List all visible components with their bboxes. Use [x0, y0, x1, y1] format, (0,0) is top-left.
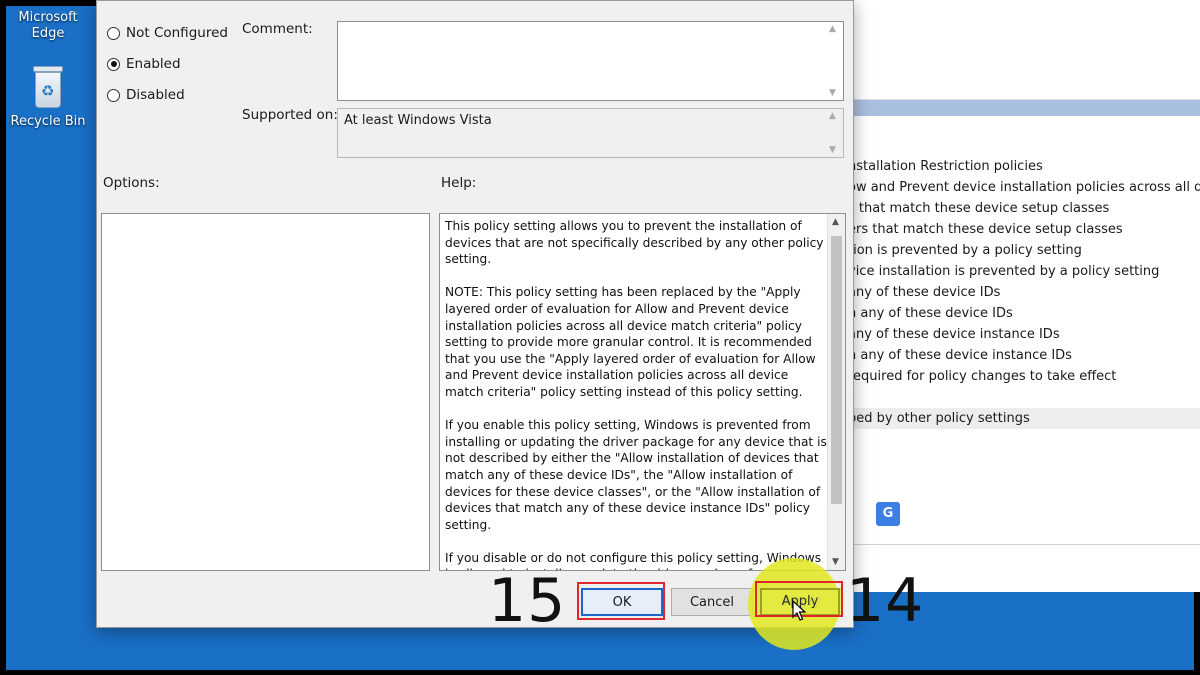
policy-list-item[interactable]: h any of these device IDs: [846, 303, 1200, 324]
radio-not-configured-label: Not Configured: [126, 25, 228, 41]
radio-disabled-label: Disabled: [126, 87, 185, 103]
comment-textarea[interactable]: [337, 21, 844, 101]
scroll-up-icon[interactable]: ▲: [832, 217, 839, 227]
recycle-bin-label: Recycle Bin: [10, 114, 86, 129]
help-paragraph: NOTE: This policy setting has been repla…: [445, 285, 816, 399]
policy-list-item[interactable]: s that match these device setup classes: [846, 198, 1200, 219]
radio-selected-icon: [107, 57, 120, 71]
help-paragraph: This policy setting allows you to preven…: [445, 219, 824, 267]
radio-enabled-label: Enabled: [126, 56, 181, 72]
help-text: This policy setting allows you to preven…: [445, 218, 829, 570]
help-panel: This policy setting allows you to preven…: [439, 213, 846, 571]
policy-list-item[interactable]: any of these device IDs: [846, 282, 1200, 303]
supported-on-field: At least Windows Vista: [337, 108, 844, 158]
recycle-bin-icon: ♻: [31, 66, 65, 110]
radio-disabled[interactable]: Disabled: [107, 87, 185, 103]
options-label: Options:: [103, 175, 160, 191]
radio-circle-icon: [107, 26, 120, 40]
help-scroll-thumb[interactable]: [831, 236, 842, 504]
group-policy-editor-window[interactable]: nstallation Restriction policies ow and …: [846, 0, 1200, 592]
edge-desktop-icon[interactable]: Microsoft Edge: [6, 10, 90, 42]
options-panel: [101, 213, 430, 571]
radio-not-configured[interactable]: Not Configured: [107, 25, 228, 41]
editor-selected-bar: [846, 100, 1200, 116]
policy-list-item[interactable]: h any of these device instance IDs: [846, 345, 1200, 366]
help-label: Help:: [441, 175, 477, 191]
scroll-up-icon: ▲: [829, 24, 836, 34]
supported-scrollbar[interactable]: ▲ ▼: [826, 109, 842, 157]
scroll-down-icon[interactable]: ▼: [832, 557, 839, 567]
comment-label: Comment:: [242, 21, 313, 37]
recycle-bin-desktop-icon[interactable]: ♻ Recycle Bin: [6, 66, 90, 130]
policy-setting-list: nstallation Restriction policies ow and …: [846, 156, 1200, 429]
help-paragraph: If you enable this policy setting, Windo…: [445, 418, 827, 532]
policy-setting-dialog: Not Configured Enabled Disabled Comment:…: [96, 0, 854, 628]
step-number-ok: 15: [488, 566, 567, 636]
supported-on-label: Supported on:: [242, 107, 338, 123]
radio-enabled[interactable]: Enabled: [107, 56, 181, 72]
scroll-down-icon: ▼: [829, 145, 836, 155]
policy-list-item[interactable]: vice installation is prevented by a poli…: [846, 261, 1200, 282]
supported-on-value: At least Windows Vista: [344, 113, 492, 128]
scroll-down-icon: ▼: [829, 88, 836, 98]
mouse-cursor-icon: [792, 600, 806, 621]
policy-list-item[interactable]: tion is prevented by a policy setting: [846, 240, 1200, 261]
edge-label-line2: Edge: [31, 26, 65, 41]
policy-list-item[interactable]: required for policy changes to take effe…: [846, 366, 1200, 387]
policy-list-item-selected[interactable]: bed by other policy settings: [846, 408, 1200, 429]
policy-list-item[interactable]: ers that match these device setup classe…: [846, 219, 1200, 240]
step-number-apply: 14: [846, 566, 925, 636]
ok-annotation-frame: [577, 582, 665, 620]
policy-list-item[interactable]: nstallation Restriction policies: [846, 156, 1200, 177]
policy-list-item[interactable]: s: [846, 387, 1200, 408]
google-translate-icon[interactable]: G: [876, 502, 900, 526]
policy-list-item[interactable]: any of these device instance IDs: [846, 324, 1200, 345]
cancel-button[interactable]: Cancel: [671, 588, 753, 616]
comment-scrollbar[interactable]: ▲ ▼: [826, 22, 842, 100]
scroll-up-icon: ▲: [829, 111, 836, 121]
radio-circle-icon: [107, 88, 120, 102]
editor-divider: [846, 544, 1200, 545]
edge-label-line1: Microsoft: [18, 10, 78, 25]
help-scrollbar[interactable]: ▲ ▼: [827, 214, 845, 570]
editor-header: [846, 0, 1200, 100]
policy-list-item[interactable]: ow and Prevent device installation polic…: [846, 177, 1200, 198]
